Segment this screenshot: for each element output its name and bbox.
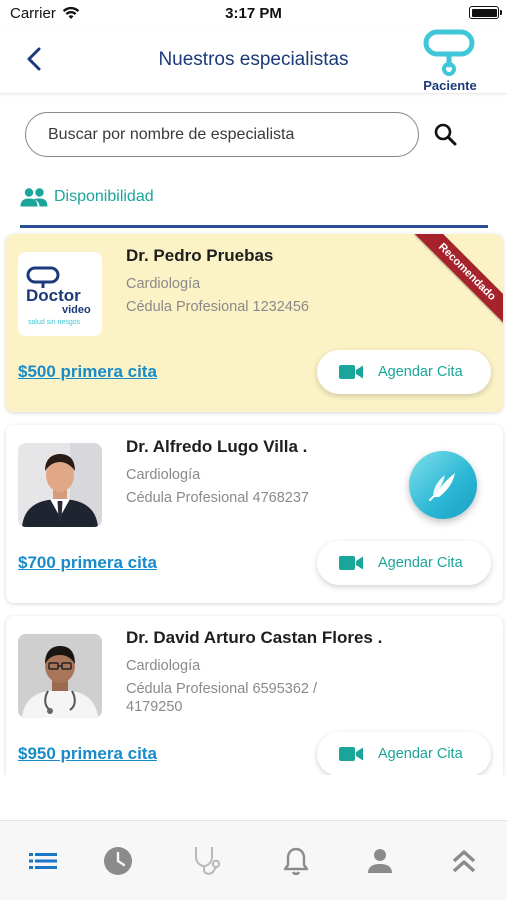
list-icon bbox=[29, 853, 57, 869]
double-chevron-up-icon bbox=[452, 850, 476, 873]
doctor-name: Dr. Pedro Pruebas bbox=[126, 246, 274, 265]
tab-availability-label: Disponibilidad bbox=[54, 188, 154, 205]
tab-indicator bbox=[20, 225, 488, 228]
floating-action-button[interactable] bbox=[409, 451, 477, 519]
doctor-license: Cédula Profesional 1232456 bbox=[126, 299, 309, 315]
stethoscope-icon bbox=[195, 847, 221, 875]
stethoscope-logo-icon bbox=[423, 29, 475, 76]
schedule-button[interactable]: Agendar Cita bbox=[317, 732, 491, 776]
video-camera-icon bbox=[339, 365, 363, 379]
nav-header: Nuestros especialistas Paciente bbox=[0, 26, 507, 94]
doctor-logo: Doctor video salud sin riesgos bbox=[18, 252, 102, 336]
logo-word-video: video bbox=[62, 304, 91, 316]
clock-time: 3:17 PM bbox=[225, 5, 282, 22]
battery-icon bbox=[469, 6, 502, 19]
wing-icon bbox=[429, 473, 455, 501]
search-input[interactable] bbox=[26, 113, 418, 156]
search-icon bbox=[434, 123, 457, 146]
doctor-portrait bbox=[18, 443, 102, 527]
nav-list[interactable] bbox=[27, 845, 59, 877]
schedule-label: Agendar Cita bbox=[378, 555, 463, 571]
schedule-label: Agendar Cita bbox=[378, 364, 463, 380]
tab-availability[interactable]: Disponibilidad bbox=[20, 180, 154, 214]
schedule-button[interactable]: Agendar Cita bbox=[317, 350, 491, 394]
nav-more[interactable] bbox=[448, 845, 480, 877]
brand-logo: Paciente bbox=[415, 29, 485, 93]
search-button[interactable] bbox=[432, 121, 460, 149]
bell-icon bbox=[283, 847, 309, 876]
bottom-nav bbox=[0, 820, 507, 900]
status-bar: Carrier 3:17 PM bbox=[0, 0, 507, 26]
doctor-photo bbox=[18, 634, 102, 718]
video-camera-icon bbox=[339, 747, 363, 761]
doctor-specialty: Cardiología bbox=[126, 276, 201, 292]
doctor-card[interactable]: Dr. David Arturo Castan Flores . Cardiol… bbox=[6, 616, 503, 796]
price-link[interactable]: $500 primera cita bbox=[18, 362, 157, 382]
schedule-label: Agendar Cita bbox=[378, 746, 463, 762]
logo-tagline: salud sin riesgos bbox=[28, 319, 81, 326]
people-icon bbox=[20, 188, 48, 207]
video-camera-icon bbox=[339, 556, 363, 570]
nav-notifications[interactable] bbox=[280, 845, 312, 877]
doctor-license: Cédula Profesional 6595362 / 4179250 bbox=[126, 681, 318, 715]
logo-word: Doctor bbox=[26, 286, 81, 305]
doctor-portrait bbox=[18, 634, 102, 718]
schedule-button[interactable]: Agendar Cita bbox=[317, 541, 491, 585]
brand-label: Paciente bbox=[423, 78, 477, 93]
nav-profile[interactable] bbox=[364, 845, 396, 877]
clock-icon bbox=[104, 847, 132, 875]
doctor-name: Dr. David Arturo Castan Flores . bbox=[126, 628, 383, 647]
recommended-ribbon: Recomendado bbox=[414, 234, 503, 325]
list-scroll-edge bbox=[0, 775, 507, 820]
doctor-card[interactable]: Doctor video salud sin riesgos Dr. Pedro… bbox=[6, 234, 503, 412]
doctor-video-logo-icon: Doctor video salud sin riesgos bbox=[26, 266, 91, 326]
user-icon bbox=[368, 849, 392, 873]
doctor-photo bbox=[18, 443, 102, 527]
price-link[interactable]: $700 primera cita bbox=[18, 553, 157, 573]
nav-history[interactable] bbox=[102, 845, 134, 877]
doctor-specialty: Cardiología bbox=[126, 658, 201, 674]
doctor-license: Cédula Profesional 4768237 bbox=[126, 490, 309, 506]
search-box bbox=[25, 112, 419, 157]
doctor-specialty: Cardiología bbox=[126, 467, 201, 483]
price-link[interactable]: $950 primera cita bbox=[18, 744, 157, 764]
nav-specialists[interactable] bbox=[191, 845, 223, 877]
doctor-name: Dr. Alfredo Lugo Villa . bbox=[126, 437, 308, 456]
